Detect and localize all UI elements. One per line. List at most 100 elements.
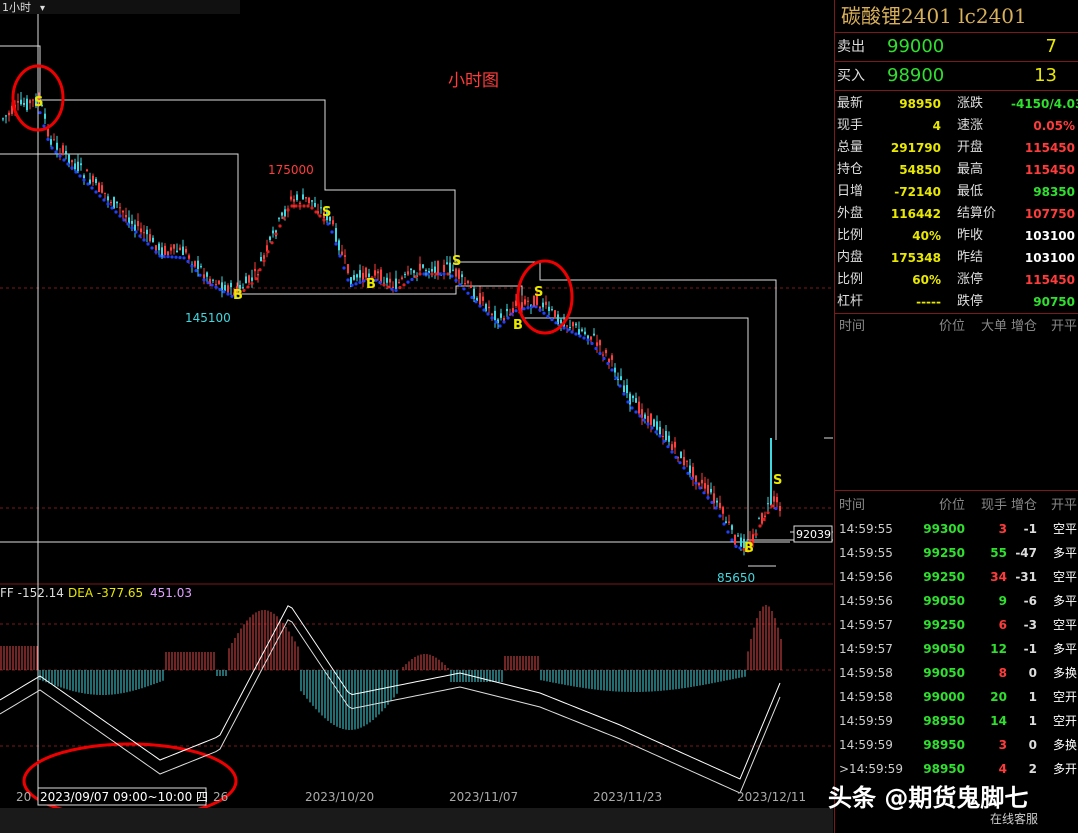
candle-body [494,310,496,321]
candle-body [644,414,646,419]
candle-body [737,535,739,537]
chart-area[interactable]: 1小时 ▾ 小时图 175000 145100 85650 92039 S S B B S B S B S FF… [0,0,833,833]
candle-body [5,115,7,117]
ma-dot [414,275,418,279]
tick-oi: -47 [1015,546,1037,560]
candle-body [83,175,85,179]
candle-body [218,280,220,284]
candle-body [680,451,682,459]
ma-dot [402,283,406,287]
ma-dot [506,316,510,320]
ask-volume: 7 [1045,36,1057,57]
candle-body [215,284,217,286]
stat-label: 总量 [837,140,864,155]
ma-dot [434,272,438,276]
stat-label: 涨跌 [957,96,984,111]
ma-dot [350,283,354,287]
candle-body [389,278,391,283]
tick-time: 14:59:55 [839,546,893,560]
ask-row[interactable]: 卖出 99000 7 [835,33,1078,61]
ma-dot [50,146,54,150]
column-header: 时间 [839,498,866,513]
signal-s: S [452,254,461,269]
tick-row: 14:59:55 99300 3 -1 空平 [835,517,1078,541]
ma-dot [58,154,62,158]
ma-dot [94,190,98,194]
signal-b: B [233,288,243,303]
candle-body [458,269,460,279]
online-service-link[interactable]: 在线客服 [990,810,1038,827]
ma-dot [486,312,490,316]
stat-label: 内盘 [837,250,864,265]
ma-dot [698,486,702,490]
kline-chart[interactable]: 1小时 ▾ 小时图 175000 145100 85650 92039 S S B B S B S B S FF… [0,0,833,833]
ma-dot [274,232,278,236]
macd-diff-label: FF -152.14 [0,586,64,600]
candle-body [482,296,484,301]
macd-diff-line [0,605,781,780]
ma-dot [218,287,222,292]
bid-row[interactable]: 买入 98900 13 [835,61,1078,91]
ma-dot [538,308,542,312]
ma-dot [466,291,470,295]
ma-dot [114,210,118,214]
candle-body [44,113,46,119]
stat-value: ----- [916,295,941,309]
candle-body [443,264,445,273]
candle-body [86,169,88,172]
stat-label: 比例 [837,272,864,287]
candle-body [230,282,232,288]
candle-body [527,300,529,302]
candle-body [548,306,550,312]
stat-label: 最高 [957,162,984,177]
candle-body [551,309,553,311]
ma-dot [418,272,422,276]
ma-dot [638,414,642,418]
candle-body [425,269,427,271]
candle-body [92,175,94,182]
candle-body [434,266,436,274]
stat-row: 最新 98950 涨跌 -4150/4.03% [835,93,1078,115]
ma-dot [74,170,78,174]
ma-dot [458,283,462,287]
tick-type: 多平 [1052,546,1077,560]
tick-price: 99250 [923,618,965,632]
ma-dot [122,218,126,222]
stat-value: 115450 [1024,163,1075,177]
ma-dot [446,272,450,276]
ma-dot [686,471,690,475]
ma-dot [730,538,734,542]
candle-body [725,521,727,523]
x-tick-label: 2023/10/20 [305,790,374,804]
ma-dot [190,264,194,268]
ma-dot [70,166,74,170]
ma-dot [186,259,190,264]
tick-volume: 3 [998,522,1007,536]
candle-body [665,430,667,441]
candle-body [113,197,115,209]
toolbar [0,0,240,14]
ma-dot [614,376,618,380]
ma-dot [42,124,46,128]
candle-body [374,270,376,276]
tick-header: 时间 价位 现手 增仓 开平 [835,495,1078,517]
ma-dot [534,305,538,309]
ma-dot [726,530,730,534]
big-order-list [835,338,1078,491]
stat-value: 115450 [1024,273,1075,287]
price-label: 145100 [185,311,231,325]
ma-dot [630,406,634,410]
tick-row: 14:59:58 99050 8 0 多换 [835,661,1078,685]
candle-body [596,342,598,346]
candle-body [281,212,283,216]
ma-dot [610,368,614,372]
bid-volume: 13 [1034,65,1057,86]
stat-value: 98950 [899,97,941,111]
column-header: 开平 [1050,498,1077,513]
quote-panel: 碳酸锂2401 lc2401 卖出 99000 7 买入 98900 13 最新… [834,0,1078,833]
candle-body [74,163,76,170]
ma-dot [502,320,506,324]
candle-body [335,228,337,242]
ma-dot [86,182,90,186]
ma-dot [346,278,350,282]
